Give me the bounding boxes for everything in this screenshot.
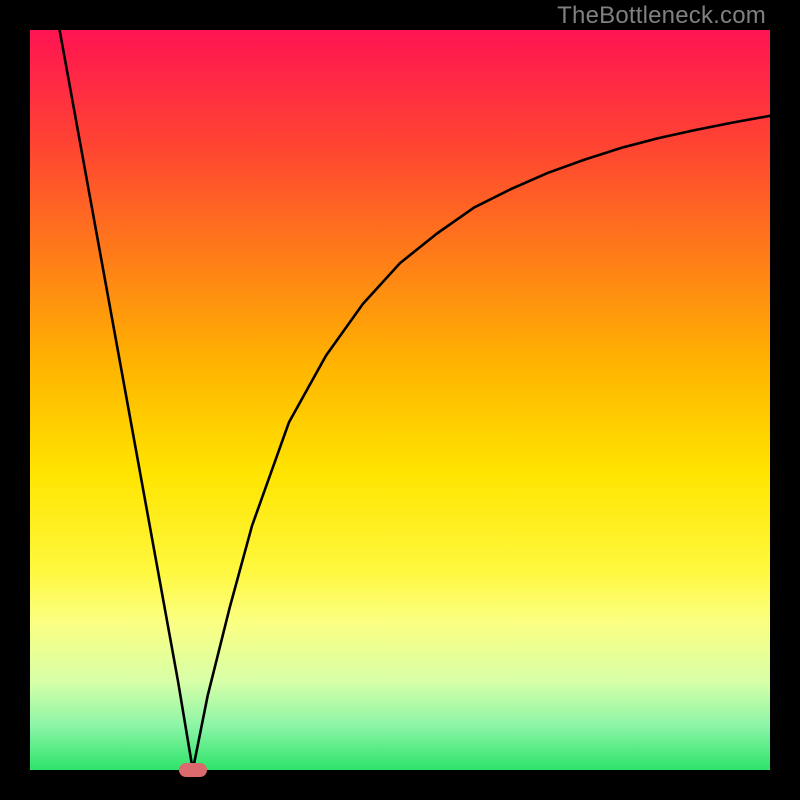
min-point-marker: [179, 763, 207, 777]
watermark-text: TheBottleneck.com: [557, 4, 766, 28]
bottleneck-curve: [30, 30, 770, 770]
curve-line: [60, 30, 770, 770]
